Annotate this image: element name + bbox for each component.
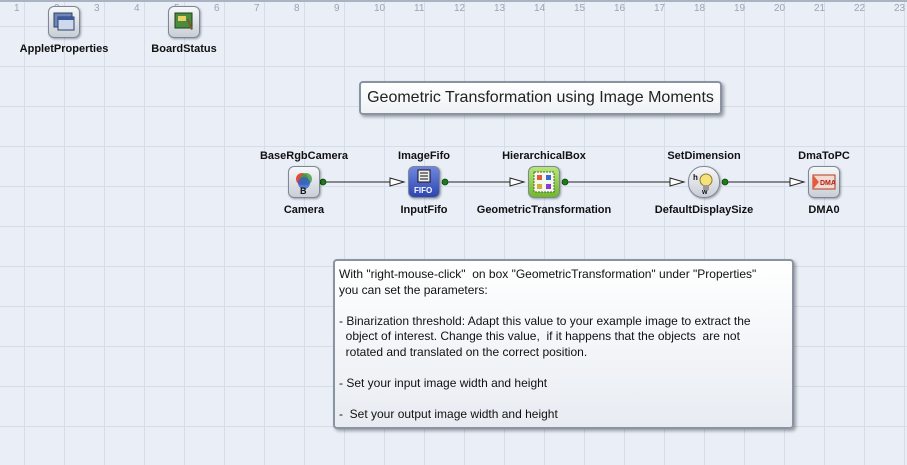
output-port-fifo	[441, 178, 449, 186]
svg-text:FIFO: FIFO	[414, 186, 432, 195]
note-line	[339, 298, 788, 314]
dma-name-label: DMA0	[808, 204, 840, 216]
setdim-name-label: DefaultDisplaySize	[654, 204, 754, 216]
input-port-setdim	[669, 177, 686, 187]
svg-text:B: B	[300, 186, 307, 196]
input-port-dma	[789, 177, 806, 187]
setdim-type-label: SetDimension	[667, 150, 741, 162]
note-line: you can set the parameters:	[339, 282, 488, 297]
svg-text:w: w	[701, 189, 708, 196]
output-port-camera	[319, 178, 327, 186]
camera-name-label: Camera	[283, 204, 325, 216]
dma-type-label: DmaToPC	[798, 150, 850, 162]
hier-name-label: GeometricTransformation	[476, 204, 612, 216]
fifo-type-label: ImageFifo	[398, 150, 450, 162]
input-port-hier	[509, 177, 526, 187]
fifo-icon: FIFO	[408, 166, 440, 198]
camera-icon: B	[288, 166, 320, 198]
geometric-transformation-block[interactable]: HierarchicalBox GeometricTransformation	[477, 150, 611, 216]
note-line: - Set your output image width and height	[339, 406, 558, 421]
fifo-name-label: InputFifo	[400, 204, 448, 216]
dma-icon: DMA	[808, 166, 840, 198]
note-line	[339, 360, 788, 376]
note-line: object of interest. Change this value, i…	[339, 329, 740, 343]
note-line: - Binarization threshold: Adapt this val…	[339, 313, 751, 328]
instructions-note: With "right-mouse-click" on box "Geometr…	[333, 259, 794, 429]
output-port-hier	[561, 178, 569, 186]
hierarchical-box-icon	[528, 166, 560, 198]
camera-block[interactable]: BaseRgbCamera B Camera	[260, 150, 348, 216]
svg-text:DMA: DMA	[820, 180, 836, 187]
output-port-setdim	[721, 178, 729, 186]
set-dimension-icon: h w	[688, 166, 720, 198]
input-port-fifo	[389, 177, 406, 187]
svg-text:h: h	[693, 173, 698, 182]
hier-type-label: HierarchicalBox	[502, 150, 586, 162]
note-line: rotated and translated on the correct po…	[339, 344, 588, 359]
note-line	[339, 391, 788, 407]
set-dimension-block[interactable]: SetDimension h w DefaultDisplaySize	[655, 150, 753, 216]
input-fifo-block[interactable]: ImageFifo FIFO InputFifo	[398, 150, 450, 216]
dma-block[interactable]: DmaToPC DMA DMA0	[798, 150, 850, 216]
camera-type-label: BaseRgbCamera	[259, 150, 349, 162]
note-line: - Set your input image width and height	[339, 375, 548, 390]
note-line: With "right-mouse-click" on box "Geometr…	[339, 267, 757, 281]
